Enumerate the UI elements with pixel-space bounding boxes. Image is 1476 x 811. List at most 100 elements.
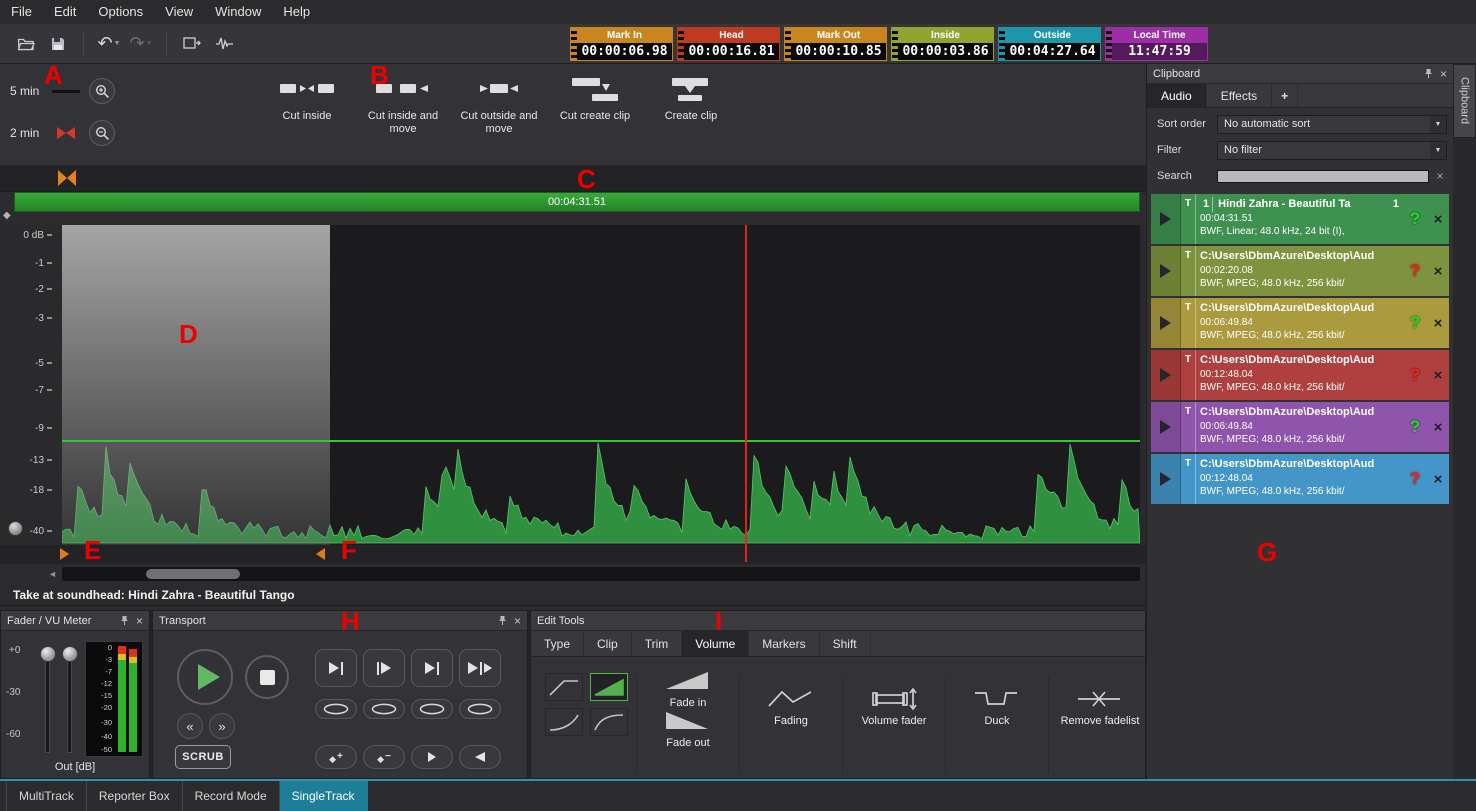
tab-singletrack[interactable]: SingleTrack [280,781,368,811]
close-panel-icon[interactable] [1440,68,1447,80]
remove-fadelist-button[interactable]: Remove fadelist [1057,687,1143,727]
redo-button[interactable]: ↷▼ [125,29,157,59]
scrub-button[interactable]: SCRUB [175,745,231,769]
tab-markers[interactable]: Markers [749,631,819,656]
clipboard-entry[interactable]: T C:\Users\DbmAzure\Desktop\Aud 00:02:20… [1151,246,1449,296]
clipboard-entry[interactable]: T 1Hindi Zahra - Beautiful Ta1 00:04:31.… [1151,194,1449,244]
clipboard-side-tab[interactable]: Clipboard [1453,64,1476,138]
search-input[interactable] [1217,170,1429,183]
close-panel-icon[interactable] [514,615,521,627]
waveform-edit-button[interactable] [208,29,240,59]
stop-button[interactable] [245,655,289,699]
clipboard-tab-audio[interactable]: Audio [1147,84,1207,107]
entry-status-icon[interactable] [1403,454,1427,504]
cut-create-clip-button[interactable]: Cut create clip [550,74,640,136]
entry-remove-icon[interactable] [1427,246,1449,296]
step-back-button[interactable] [459,745,501,769]
entry-remove-icon[interactable] [1427,194,1449,244]
scroll-left-icon[interactable] [48,569,57,579]
fader-knob[interactable] [62,646,78,662]
entry-play-button[interactable] [1151,402,1181,452]
fade-shape-linear-button[interactable] [545,673,583,701]
entry-play-button[interactable] [1151,454,1181,504]
zoom-in-button[interactable] [89,78,115,104]
entry-remove-icon[interactable] [1427,298,1449,348]
sort-order-select[interactable]: No automatic sort [1217,115,1447,134]
waveform-display[interactable] [62,225,1140,545]
entry-status-icon[interactable] [1403,246,1427,296]
fader-knob[interactable] [40,646,56,662]
clipboard-tab-effects[interactable]: Effects [1207,84,1272,107]
tab-clip[interactable]: Clip [584,631,632,656]
menu-help[interactable]: Help [272,0,321,24]
entry-remove-icon[interactable] [1427,402,1449,452]
loop-button-2[interactable] [363,699,405,719]
pin-icon[interactable] [498,615,507,626]
clipboard-entry[interactable]: T C:\Users\DbmAzure\Desktop\Aud 00:06:49… [1151,402,1449,452]
menu-file[interactable]: File [0,0,43,24]
clipboard-entry[interactable]: T C:\Users\DbmAzure\Desktop\Aud 00:12:48… [1151,454,1449,504]
clipboard-entry[interactable]: T C:\Users\DbmAzure\Desktop\Aud 00:12:48… [1151,350,1449,400]
fade-shape-concave-button[interactable] [545,708,583,736]
mark-in-triangle[interactable] [60,548,69,560]
entry-play-button[interactable] [1151,194,1181,244]
entry-remove-icon[interactable] [1427,350,1449,400]
prelisten-mark-in-button[interactable] [315,649,357,687]
open-button[interactable] [10,29,42,59]
menu-view[interactable]: View [154,0,204,24]
close-panel-icon[interactable] [136,615,143,627]
entry-remove-icon[interactable] [1427,454,1449,504]
prelisten-start-button[interactable] [363,649,405,687]
cut-inside-button[interactable]: Cut inside [262,74,352,136]
tab-type[interactable]: Type [531,631,584,656]
volume-fader-button[interactable]: Volume fader [851,687,937,727]
menu-window[interactable]: Window [204,0,272,24]
scale-knob[interactable] [8,521,23,536]
mark-out-triangle[interactable] [316,548,325,560]
fade-shape-convex-button[interactable] [590,708,628,736]
entry-status-icon[interactable] [1403,194,1427,244]
selected-region[interactable] [62,225,330,545]
skip-back-button[interactable] [177,713,203,739]
fade-shape-ramp-button[interactable] [590,673,628,701]
loop-button-3[interactable] [411,699,453,719]
fading-button[interactable]: Fading [748,687,834,727]
step-forward-button[interactable] [411,745,453,769]
fade-in-button[interactable]: Fade in [645,669,731,709]
entry-play-button[interactable] [1151,298,1181,348]
horizontal-scrollbar[interactable] [48,566,1140,581]
filter-select[interactable]: No filter [1217,141,1447,160]
skip-forward-button[interactable] [209,713,235,739]
entry-play-button[interactable] [1151,246,1181,296]
add-point-button[interactable]: + [315,745,357,769]
entry-status-icon[interactable] [1403,350,1427,400]
play-button[interactable] [177,649,233,705]
cut-outside-and-move-button[interactable]: Cut outside and move [454,74,544,136]
undo-button[interactable]: ↶▼ [93,29,125,59]
timeline-progress-bar[interactable]: 00:04:31.51 [14,192,1140,212]
menu-options[interactable]: Options [87,0,154,24]
transfer-button[interactable] [176,29,208,59]
pin-icon[interactable] [1424,68,1433,79]
tab-reporter-box[interactable]: Reporter Box [87,781,183,811]
loop-button-4[interactable] [459,699,501,719]
playhead[interactable] [745,225,747,562]
output-fader-right[interactable] [67,651,72,753]
create-clip-button[interactable]: Create clip [646,74,736,136]
clipboard-add-tab-button[interactable]: + [1272,84,1298,107]
volume-envelope-line[interactable] [62,440,1140,442]
remove-point-button[interactable]: − [363,745,405,769]
tab-multitrack[interactable]: MultiTrack [6,781,87,811]
loop-button-1[interactable] [315,699,357,719]
tab-shift[interactable]: Shift [820,631,871,656]
timeline-ruler[interactable] [0,166,1146,192]
scrollbar-thumb[interactable] [146,569,240,579]
clipboard-entry[interactable]: T C:\Users\DbmAzure\Desktop\Aud 00:06:49… [1151,298,1449,348]
entry-play-button[interactable] [1151,350,1181,400]
clear-search-icon[interactable] [1433,169,1447,183]
zoom-out-button[interactable] [89,120,115,146]
output-fader-left[interactable] [45,651,50,753]
entry-status-icon[interactable] [1403,298,1427,348]
tab-trim[interactable]: Trim [632,631,683,656]
scrollbar-track[interactable] [62,567,1140,581]
